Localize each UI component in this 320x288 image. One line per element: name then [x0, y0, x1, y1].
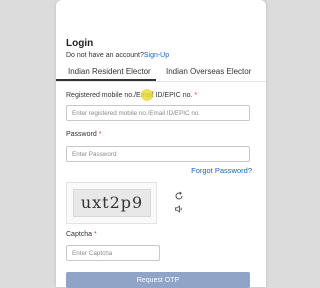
captcha-text: uxt2p9 [73, 189, 151, 217]
signup-prompt: Do not have an account?Sign-Up [66, 52, 169, 59]
signup-link[interactable]: Sign-Up [144, 52, 169, 59]
speaker-icon[interactable] [174, 204, 184, 214]
mobile-email-epic-input[interactable] [66, 105, 250, 121]
captcha-input[interactable] [66, 245, 160, 261]
mouse-cursor-highlight [141, 89, 153, 101]
mobile-field-label: Registered mobile no./Email ID/EPIC no. … [66, 92, 198, 99]
password-input[interactable] [66, 146, 250, 162]
login-title: Login [66, 38, 94, 49]
request-otp-button[interactable]: Request OTP [66, 272, 250, 288]
password-field-label: Password * [66, 131, 102, 138]
tab-indian-resident-elector[interactable]: Indian Resident Elector [68, 67, 151, 76]
tab-indian-overseas-elector[interactable]: Indian Overseas Elector [166, 67, 251, 76]
tab-divider [56, 81, 266, 82]
no-account-text: Do not have an account? [66, 52, 144, 59]
captcha-image: uxt2p9 [66, 182, 157, 224]
refresh-icon[interactable] [174, 191, 184, 201]
captcha-field-label: Captcha * [66, 231, 97, 238]
login-card: Login Do not have an account?Sign-Up Ind… [56, 0, 266, 288]
forgot-password-link[interactable]: Forgot Password? [191, 166, 252, 175]
